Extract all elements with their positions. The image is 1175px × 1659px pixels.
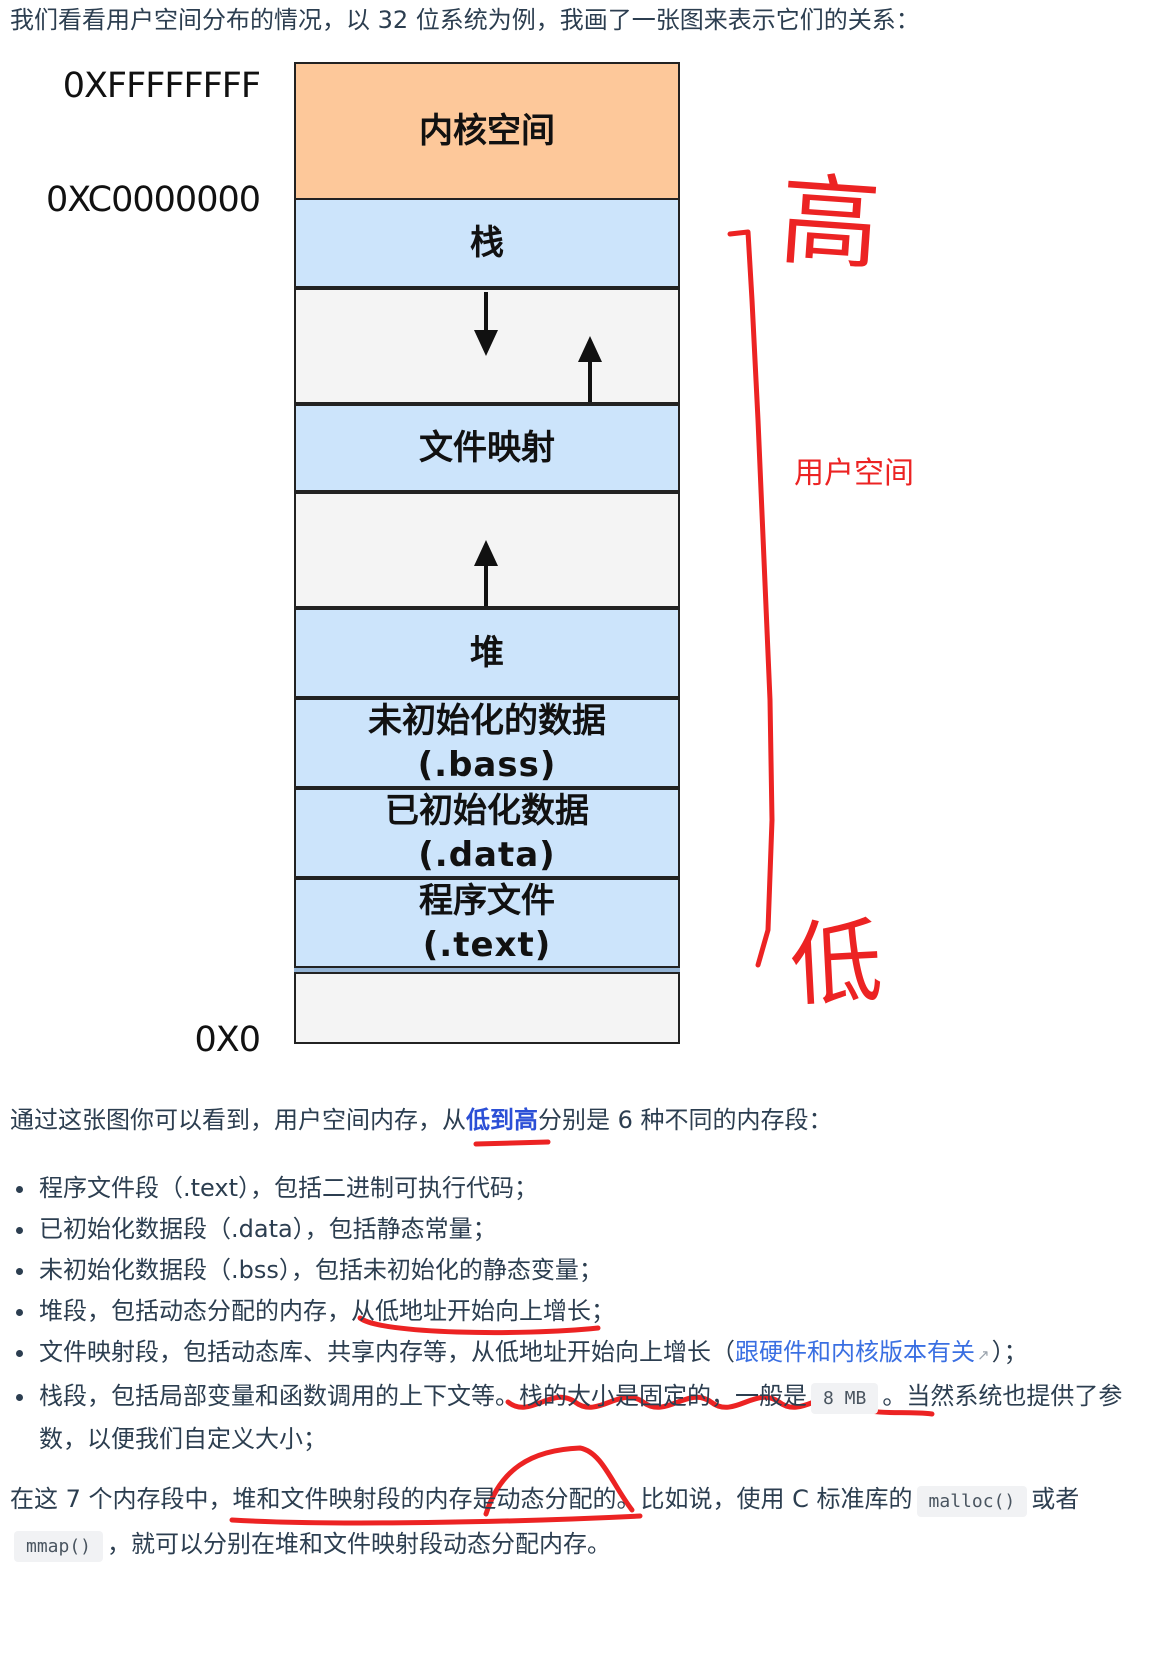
mmap-code: mmap()	[14, 1531, 104, 1562]
list-item-heap-segment: 堆段，包括动态分配的内存，从低地址开始向上增长；	[0, 1291, 1149, 1332]
closing-part3: ，就可以分别在堆和文件映射段动态分配内存。	[107, 1530, 612, 1558]
mmap-item-suffix: ）；	[991, 1338, 1028, 1366]
list-item-bss-segment: 未初始化数据段（.bss），包括未初始化的静态变量；	[0, 1250, 1149, 1291]
low-annotation: 低	[787, 908, 884, 1020]
summary-suffix: 分别是 6 种不同的内存段：	[538, 1106, 833, 1134]
mmap-item-prefix: 文件映射段，包括动态库、共享内存等，从低地址开始向上增长（	[39, 1338, 735, 1366]
memory-segment-list: 程序文件段（.text），包括二进制可执行代码； 已初始化数据段（.data），…	[0, 1168, 1149, 1460]
list-item-stack-segment: 栈段，包括局部变量和函数调用的上下文等。栈的大小是固定的，一般是 8 MB 。当然系…	[0, 1376, 1149, 1460]
closing-part2: 或者	[1031, 1485, 1080, 1513]
high-annotation: 高	[776, 161, 884, 285]
list-item-mmap-segment: 文件映射段，包括动态库、共享内存等，从低地址开始向上增长（跟硬件和内核版本有关 ↗…	[0, 1332, 1149, 1376]
list-item-text-segment: 程序文件段（.text），包括二进制可执行代码；	[0, 1168, 1149, 1209]
malloc-code: malloc()	[916, 1486, 1028, 1517]
summary-paragraph: 通过这张图你可以看到，用户空间内存，从低到高分别是 6 种不同的内存段：	[10, 1102, 833, 1138]
stack-item-prefix: 栈段，包括局部变量和函数调用的上下文等。栈的大小是固定的，一般是	[39, 1382, 807, 1410]
hardware-kernel-version-link[interactable]: 跟硬件和内核版本有关	[735, 1338, 975, 1366]
list-item-data-segment: 已初始化数据段（.data），包括静态常量；	[0, 1209, 1149, 1250]
stack-size-code: 8 MB	[811, 1383, 879, 1414]
summary-prefix: 通过这张图你可以看到，用户空间内存，从	[10, 1106, 466, 1134]
closing-part1: 在这 7 个内存段中，堆和文件映射段的内存是动态分配的。比如说，使用 C 标准库…	[10, 1485, 913, 1513]
external-link-icon: ↗	[977, 1346, 990, 1364]
summary-highlight: 低到高	[466, 1106, 538, 1134]
user-space-annotation: 用户空间	[794, 456, 914, 491]
closing-paragraph: 在这 7 个内存段中，堆和文件映射段的内存是动态分配的。比如说，使用 C 标准库…	[10, 1478, 1130, 1568]
